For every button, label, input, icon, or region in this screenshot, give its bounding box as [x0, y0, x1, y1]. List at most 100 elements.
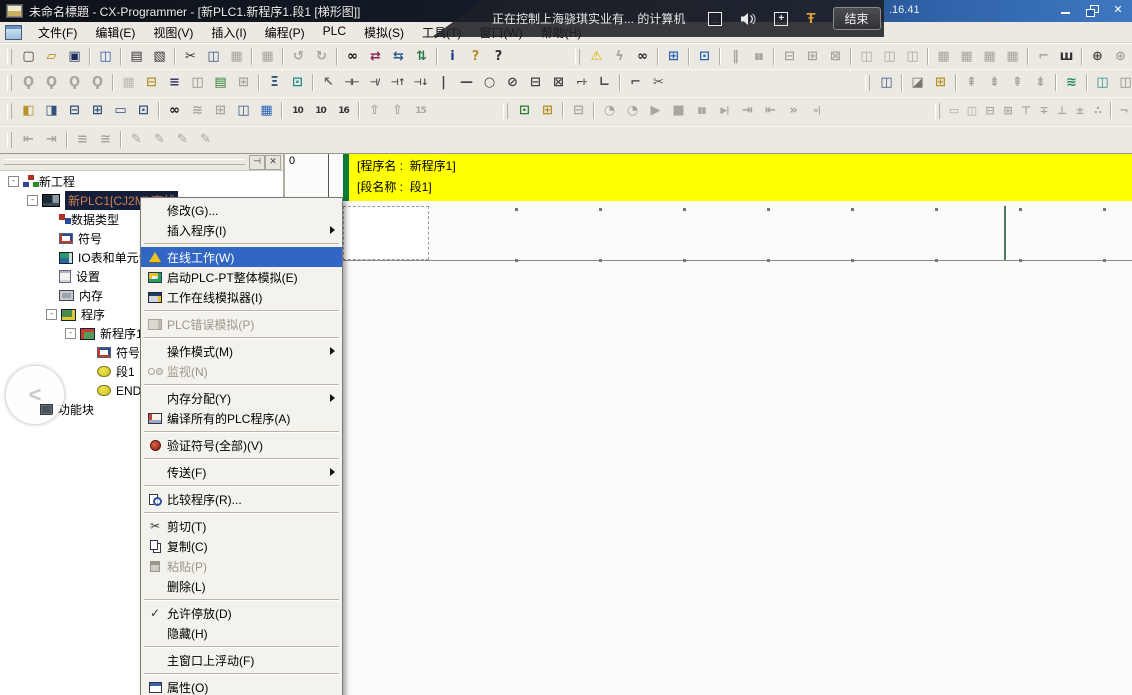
cascade-icon[interactable]: ◨ [40, 101, 63, 121]
cross-reference-icon[interactable]: ⇅ [410, 47, 433, 67]
window-properties-icon[interactable]: ⊡ [132, 101, 155, 121]
pen-tool-icon[interactable]: Ŧ [806, 12, 815, 26]
coil-nc-icon[interactable]: ⊘ [501, 73, 524, 93]
restore-button[interactable] [1083, 3, 1101, 18]
fb-parameter-icon[interactable]: ∟ [593, 73, 616, 93]
tree-expander-icon[interactable]: - [46, 309, 57, 320]
contact-up-icon[interactable]: ⊣↑ [386, 73, 409, 93]
panel-dock-button[interactable]: ⊣ [249, 155, 265, 170]
menubar-item-7[interactable]: 模拟(S) [355, 22, 413, 43]
ladder-window-icon[interactable]: ⊡ [286, 73, 309, 93]
panel-close-button[interactable]: ✕ [265, 155, 281, 170]
line-remove-icon[interactable]: ✂ [647, 73, 670, 93]
remote-side-handle[interactable]: < [6, 366, 64, 424]
context-help-icon[interactable]: ? [487, 47, 510, 67]
new-window-icon[interactable]: ◧ [17, 101, 40, 121]
help-icon[interactable]: ? [464, 47, 487, 67]
differential-monitor-icon[interactable]: ш [1055, 47, 1078, 67]
menu-verify-symbols-all[interactable]: 验证符号(全部)(V) [141, 435, 342, 455]
watch-2-icon[interactable]: ◫ [1114, 73, 1132, 93]
minimize-button[interactable] [1057, 3, 1075, 18]
tile-vertical-icon[interactable]: ⊞ [86, 101, 109, 121]
tile-horizontal-icon[interactable]: ⊟ [63, 101, 86, 121]
program-check-icon[interactable]: ⊞ [929, 73, 952, 93]
grid-icon[interactable]: ▦ [117, 73, 140, 93]
menubar-item-6[interactable]: PLC [314, 22, 355, 43]
function-block-icon[interactable]: ⌐⊦ [570, 73, 593, 93]
symbol-shortcut-icon[interactable]: ◪ [906, 73, 929, 93]
menubar-item-5[interactable]: 编程(P) [256, 22, 314, 43]
open-file-icon[interactable]: ▱ [40, 47, 63, 67]
speaker-icon[interactable] [740, 12, 756, 26]
print-preview-icon[interactable]: ▧ [148, 47, 171, 67]
tree-expander-icon[interactable]: - [27, 195, 38, 206]
menubar-item-3[interactable]: 视图(V) [144, 22, 202, 43]
menu-compile-all-plc-programs[interactable]: 编译所有的PLC程序(A) [141, 408, 342, 428]
arrange-icons-icon[interactable]: ▭ [109, 101, 132, 121]
style-colors-icon[interactable]: ≋ [1060, 73, 1083, 93]
copy-icon[interactable]: ◫ [202, 47, 225, 67]
ladder-cursor-cell[interactable] [343, 206, 429, 260]
line-horizontal-icon[interactable]: — [455, 73, 478, 93]
print-icon[interactable]: ▤ [125, 47, 148, 67]
simulator-2-icon[interactable]: ⊞ [536, 101, 559, 121]
show-symbols-icon[interactable]: ⊟ [140, 73, 163, 93]
work-online-icon[interactable]: ⚠ [585, 47, 608, 67]
line-connect-icon[interactable]: ⌐ [624, 73, 647, 93]
instruction-nc-icon[interactable]: ⊠ [547, 73, 570, 93]
menu-transfer[interactable]: 传送(F) [141, 462, 342, 482]
cross-ref-report-icon[interactable]: ▦ [255, 101, 278, 121]
contact-down-icon[interactable]: ⊣↓ [409, 73, 432, 93]
monitor-box-icon[interactable]: ◫ [186, 73, 209, 93]
line-vertical-icon[interactable]: | [432, 73, 455, 93]
coil-icon[interactable]: ○ [478, 73, 501, 93]
find-2-icon[interactable]: ∞ [163, 101, 186, 121]
menubar-item-2[interactable]: 编辑(E) [86, 22, 144, 43]
menu-properties[interactable]: 属性(O) [141, 677, 342, 695]
find-icon[interactable]: ∞ [341, 47, 364, 67]
menu-start-plc-pt-simulation[interactable]: 启动PLC-PT整体模拟(E) [141, 267, 342, 287]
menu-modify[interactable]: 修改(G)... [141, 200, 342, 220]
instruction-icon[interactable]: ⊟ [524, 73, 547, 93]
address-reference-icon[interactable]: ≡ [163, 73, 186, 93]
compare-programs-icon[interactable]: ◫ [94, 47, 117, 67]
ladder-editor[interactable]: 0 ▶ [程序名 : 新程序1] [段名称 : 段1] [285, 153, 1132, 695]
replace-icon[interactable]: ⇄ [364, 47, 387, 67]
simulator-online-icon[interactable]: ⊞ [662, 47, 685, 67]
cut-icon[interactable]: ✂ [179, 47, 202, 67]
plc-clock-icon[interactable]: ◫ [875, 73, 898, 93]
menu-hide[interactable]: 隐藏(H) [141, 623, 342, 643]
panel-drag-grip[interactable] [4, 159, 245, 165]
find-online-icon[interactable]: ∞ [631, 47, 654, 67]
menu-allow-docking[interactable]: ✓允许停放(D) [141, 603, 342, 623]
menu-memory-allocation[interactable]: 内存分配(Y) [141, 388, 342, 408]
address-ref-tool-icon[interactable]: ◫ [232, 101, 255, 121]
close-button[interactable]: ✕ [1109, 3, 1127, 18]
fullscreen-icon[interactable] [708, 12, 722, 26]
contact-nc-icon[interactable]: ⊣∕ [363, 73, 386, 93]
menu-delete[interactable]: 删除(L) [141, 576, 342, 596]
menu-cut[interactable]: ✂剪切(T) [141, 516, 342, 536]
menu-operating-mode[interactable]: 操作模式(M) [141, 341, 342, 361]
online-with-simulator-icon[interactable]: ⊡ [693, 47, 716, 67]
tree-expander-icon[interactable]: - [65, 328, 76, 339]
menubar-item-4[interactable]: 插入(I) [202, 22, 255, 43]
menu-work-online[interactable]: 在线工作(W) [141, 247, 342, 267]
signed-decimal-icon[interactable]: 10 [309, 101, 332, 121]
data-trace-icon[interactable]: ⊕ [1086, 47, 1109, 67]
new-file-icon[interactable]: ▢ [17, 47, 40, 67]
panel-header[interactable]: ⊣ ✕ [0, 154, 283, 171]
mnemonics-icon[interactable]: Ξ [263, 73, 286, 93]
hex-icon[interactable]: 16 [332, 101, 355, 121]
tree-item-new-project[interactable]: -新工程 [2, 172, 283, 191]
menu-insert-program[interactable]: 插入程序(I) [141, 220, 342, 240]
contact-no-icon[interactable]: ⊣⊢ [340, 73, 363, 93]
menu-float-on-main-window[interactable]: 主窗口上浮动(F) [141, 650, 342, 670]
select-tool-icon[interactable]: ↖ [317, 73, 340, 93]
save-icon[interactable]: ▣ [63, 47, 86, 67]
decimal-icon[interactable]: 10 [286, 101, 309, 121]
new-window-icon[interactable]: + [774, 12, 788, 26]
menu-work-online-simulator[interactable]: 工作在线模拟器(I) [141, 287, 342, 307]
menu-compare-program[interactable]: 比较程序(R)... [141, 489, 342, 509]
about-icon[interactable]: i [441, 47, 464, 67]
